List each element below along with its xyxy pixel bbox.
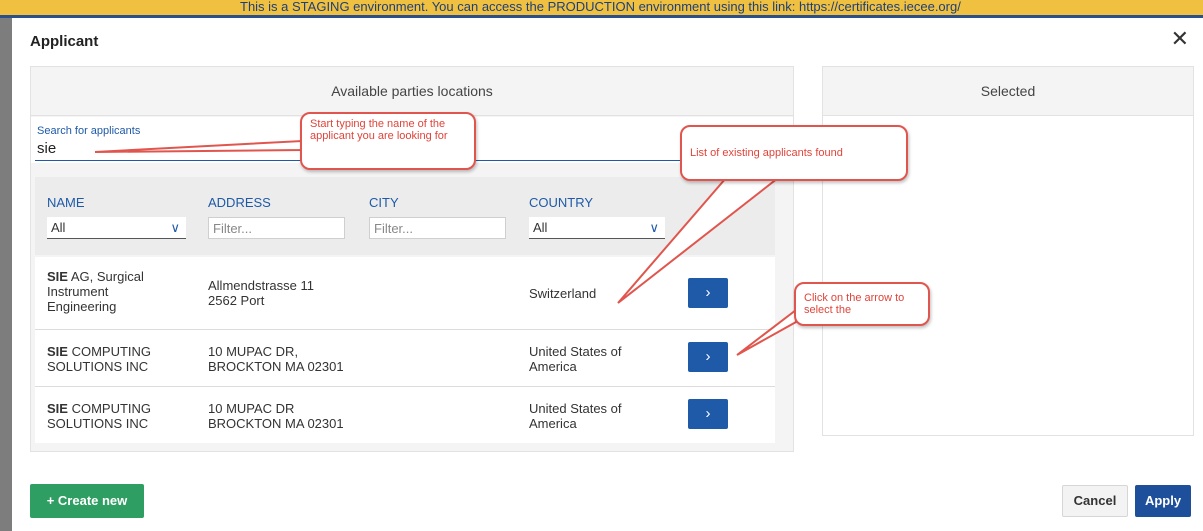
arrow-hint-callout: Click on the arrow to select the [794,282,930,326]
column-header-city[interactable]: CITY [369,195,399,210]
row-address-line1: 10 MUPAC DR, [208,344,299,359]
select-row-button[interactable]: › [688,399,728,429]
table-row: SIE AG, Surgical Instrument Engineering … [35,257,775,330]
country-filter-value: All [533,220,548,235]
close-icon[interactable]: ✕ [1171,28,1189,50]
address-filter-input[interactable]: Filter... [208,217,345,239]
row-name-match: SIE [47,344,68,359]
row-name: SIE COMPUTING SOLUTIONS INC [47,401,177,431]
table-row: SIE COMPUTING SOLUTIONS INC 10 MUPAC DR,… [35,330,775,387]
city-filter-input[interactable]: Filter... [369,217,506,239]
column-header-country[interactable]: COUNTRY [529,195,593,210]
row-address-line1: 10 MUPAC DR [208,401,295,416]
chevron-down-icon: ∨ [170,220,180,235]
cancel-button[interactable]: Cancel [1062,485,1128,517]
row-address: 10 MUPAC DR, BROCKTON MA 02301 [208,344,344,374]
country-filter-select[interactable]: All ∨ [529,217,665,239]
available-parties-header: Available parties locations [31,67,793,116]
list-hint-callout: List of existing applicants found [680,125,908,181]
apply-button[interactable]: Apply [1135,485,1191,517]
dialog-title: Applicant [30,33,99,50]
row-address-line2: 2562 Port [208,293,265,308]
selected-panel: Selected [822,66,1194,436]
row-country: United States of America [529,344,622,374]
create-new-button[interactable]: + Create new [30,484,144,518]
search-label: Search for applicants [37,125,141,137]
name-filter-value: All [51,220,66,235]
row-address-line2: BROCKTON MA 02301 [208,359,344,374]
column-header-address[interactable]: ADDRESS [208,195,271,210]
row-address: Allmendstrasse 11 2562 Port [208,278,314,308]
row-country: Switzerland [529,286,597,301]
select-row-button[interactable]: › [688,278,728,308]
results-list: SIE AG, Surgical Instrument Engineering … [35,257,775,443]
row-name: SIE COMPUTING SOLUTIONS INC [47,344,177,374]
table-row: SIE COMPUTING SOLUTIONS INC 10 MUPAC DR B… [35,387,775,443]
dialog-footer: + Create new Cancel Apply [12,470,1203,531]
row-address-line1: Allmendstrasse 11 [208,278,314,293]
filter-row: NAME ADDRESS CITY COUNTRY All ∨ Filter..… [35,177,775,255]
row-name-match: SIE [47,401,68,416]
applicant-dialog: Applicant ✕ Available parties locations … [12,18,1203,531]
staging-banner: This is a STAGING environment. You can a… [0,0,1203,18]
row-address: 10 MUPAC DR BROCKTON MA 02301 [208,401,344,431]
chevron-down-icon: ∨ [649,220,659,235]
column-header-name[interactable]: NAME [47,195,85,210]
select-row-button[interactable]: › [688,342,728,372]
row-name-match: SIE [47,269,68,284]
row-address-line2: BROCKTON MA 02301 [208,416,344,431]
row-country: United States of America [529,401,622,431]
search-hint-callout: Start typing the name of the applicant y… [300,112,476,170]
background-page-strip [0,18,12,531]
name-filter-select[interactable]: All ∨ [47,217,186,239]
selected-header: Selected [823,67,1193,116]
row-name: SIE AG, Surgical Instrument Engineering [47,269,167,314]
